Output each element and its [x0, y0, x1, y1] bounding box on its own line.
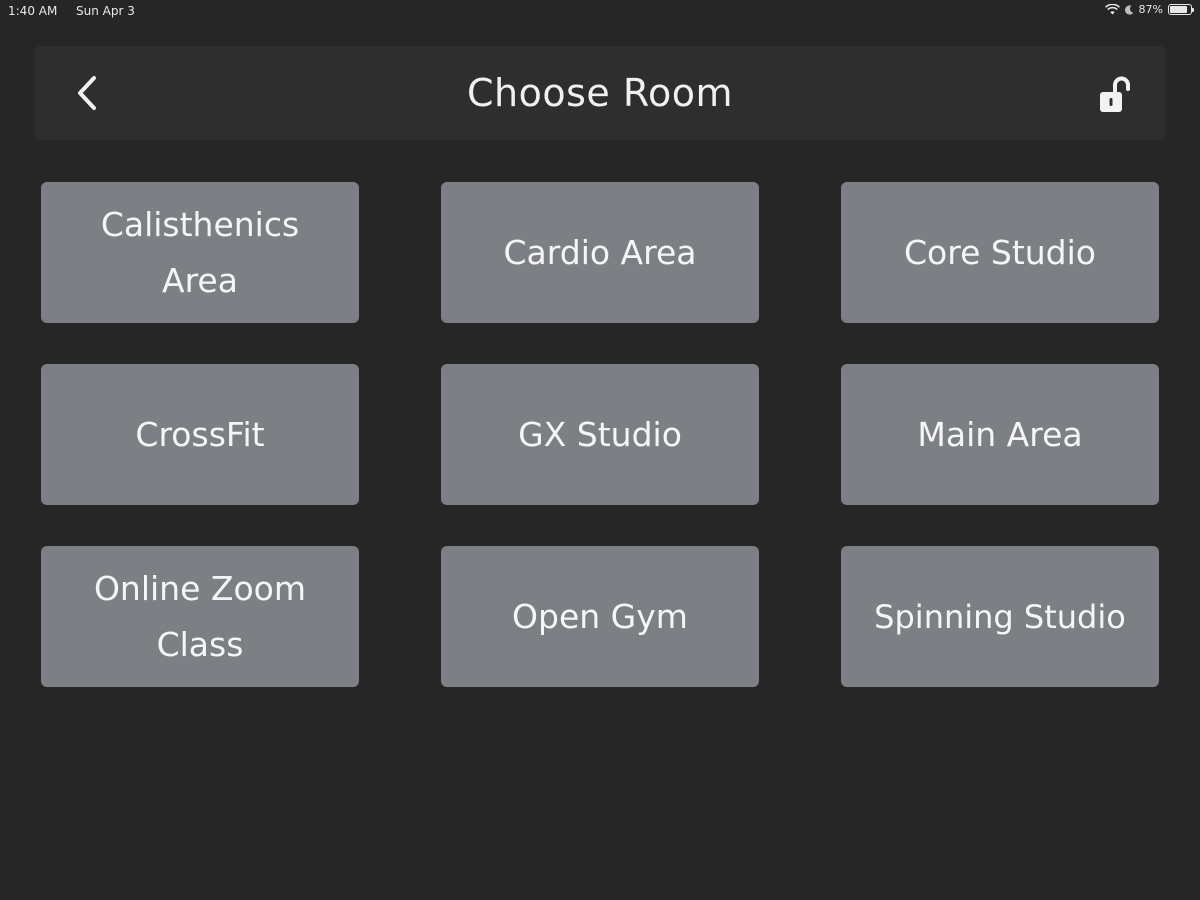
battery-icon	[1168, 4, 1194, 15]
battery-percent: 87%	[1138, 3, 1163, 16]
room-tile-gx-studio[interactable]: GX Studio	[441, 364, 759, 505]
room-label: Spinning Studio	[874, 597, 1126, 636]
status-indicators: 87%	[1104, 3, 1194, 16]
room-label: Cardio Area	[503, 232, 697, 272]
room-tile-core-studio[interactable]: Core Studio	[841, 182, 1159, 323]
room-label: Online Zoom Class	[93, 568, 307, 664]
room-label: Main Area	[917, 414, 1083, 454]
room-grid: Calisthenics Area Cardio Area Core Studi…	[41, 182, 1159, 687]
room-label: Calisthenics Area	[100, 204, 300, 300]
room-label: GX Studio	[518, 414, 682, 454]
lock-button[interactable]	[1096, 72, 1140, 116]
room-tile-calisthenics-area[interactable]: Calisthenics Area	[41, 182, 359, 323]
page-title: Choose Room	[466, 71, 734, 115]
battery-fill	[1170, 6, 1188, 13]
room-label: Open Gym	[512, 596, 688, 636]
room-tile-main-area[interactable]: Main Area	[841, 364, 1159, 505]
moon-icon	[1124, 4, 1134, 15]
room-tile-online-zoom-class[interactable]: Online Zoom Class	[41, 546, 359, 687]
room-tile-crossfit[interactable]: CrossFit	[41, 364, 359, 505]
wifi-icon	[1104, 4, 1120, 15]
status-bar: 1:40 AM Sun Apr 3 87%	[0, 0, 1200, 24]
room-tile-spinning-studio[interactable]: Spinning Studio	[841, 546, 1159, 687]
status-time: 1:40 AM	[8, 4, 58, 18]
room-tile-cardio-area[interactable]: Cardio Area	[441, 182, 759, 323]
room-label: CrossFit	[135, 414, 265, 454]
status-date: Sun Apr 3	[76, 4, 135, 18]
room-label: Core Studio	[904, 232, 1096, 272]
room-tile-open-gym[interactable]: Open Gym	[441, 546, 759, 687]
lock-open-icon	[1100, 76, 1130, 112]
header-bar: Choose Room	[34, 46, 1166, 140]
